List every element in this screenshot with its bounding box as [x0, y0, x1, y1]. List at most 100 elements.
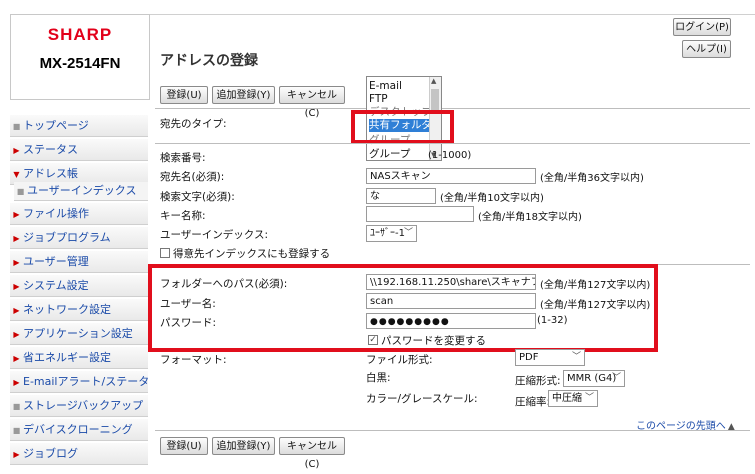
key-name-input[interactable]	[366, 206, 474, 222]
folder-path-note: (全角/半角127文字以内)	[540, 280, 651, 291]
user-index-label: ユーザーインデックス:	[160, 229, 269, 241]
dest-type-option[interactable]: グループ	[369, 148, 431, 160]
sidebar-item-label: アプリケーション設定	[23, 327, 133, 340]
divider	[155, 430, 750, 431]
sidebar-item-label: 省エネルギー設定	[23, 351, 111, 364]
help-button[interactable]: ヘルプ(I)	[682, 40, 731, 58]
sidebar-item[interactable]: ▶ ファイル操作	[10, 203, 148, 225]
sidebar-item[interactable]: ▶ E-mailアラート/ステータス	[10, 371, 148, 393]
user-name-label: ユーザー名:	[160, 298, 216, 310]
folder-path-label: フォルダーへのパス(必須):	[160, 278, 288, 290]
key-name-note: (全角/半角18文字以内)	[478, 212, 582, 223]
sidebar-item-label: トップページ	[23, 119, 89, 132]
chevron-down-icon: ﹀	[611, 373, 621, 383]
user-name-note: (全角/半角127文字以内)	[540, 300, 651, 311]
name-input[interactable]: NASスキャン	[366, 168, 536, 184]
sidebar-item[interactable]: ▶ 省エネルギー設定	[10, 347, 148, 369]
dest-type-option[interactable]: E-mail	[369, 80, 431, 93]
sharp-logo: SHARP	[47, 25, 113, 44]
chevron-down-icon: ﹀	[403, 228, 413, 238]
format-label: フォーマット:	[160, 354, 227, 366]
sidebar-item[interactable]: ▶ ユーザー管理	[10, 251, 148, 273]
triangle-right-icon: ▶	[13, 210, 20, 219]
dest-type-option[interactable]: デスクトップ	[369, 106, 432, 119]
page-title: アドレスの登録	[160, 53, 258, 69]
sidebar-item[interactable]: ▶ ジョブログ	[10, 443, 148, 465]
favorite-checkbox[interactable]	[160, 248, 170, 258]
file-format-value: PDF	[519, 352, 539, 363]
divider	[155, 143, 750, 144]
sidebar-item-label: システム設定	[23, 279, 89, 292]
search-char-input[interactable]: な	[366, 188, 436, 204]
dest-type-option[interactable]: FTP	[369, 93, 431, 106]
dest-type-listbox[interactable]: E-mail FTP デスクトップ 共有フォルダー グループ グループ ▲ ▼	[366, 76, 442, 161]
sidebar-item-label: ユーザーインデックス	[27, 184, 137, 197]
name-label: 宛先名(必須):	[160, 171, 225, 183]
triangle-right-icon: ▶	[13, 234, 20, 243]
ratio-select[interactable]: 中圧縮 ﹀	[548, 390, 598, 407]
square-bullet-icon: ■	[16, 187, 25, 196]
sidebar-item[interactable]: ■ デバイスクローニング	[10, 419, 148, 441]
sidebar-item[interactable]: ▶ ネットワーク設定	[10, 299, 148, 321]
search-no-note: (1-1000)	[428, 150, 472, 161]
ratio-value: 中圧縮	[552, 393, 582, 404]
password-input[interactable]: ●●●●●●●●●	[366, 313, 536, 329]
login-button[interactable]: ログイン(P)	[673, 18, 731, 36]
user-name-input[interactable]: scan	[366, 293, 536, 309]
triangle-right-icon: ▶	[13, 146, 20, 155]
change-password-checkbox[interactable]: ✓	[368, 335, 378, 345]
sidebar-item[interactable]: ▶ アプリケーション設定	[10, 323, 148, 345]
password-label: パスワード:	[160, 317, 217, 329]
sidebar-item-label: ファイル操作	[23, 207, 89, 220]
color-label: カラー/グレースケール:	[366, 393, 478, 405]
sidebar-item-label: デバイスクローニング	[23, 423, 133, 436]
sidebar-item-label: ジョブプログラム	[23, 231, 111, 244]
sidebar-item[interactable]: ▶ ステータス	[10, 139, 148, 161]
scroll-up-icon[interactable]: ▲	[431, 77, 436, 85]
key-name-label: キー名称:	[160, 210, 206, 222]
name-note: (全角/半角36文字以内)	[540, 173, 644, 184]
folder-path-input[interactable]: \\192.168.11.250\share\スキャナフォルダ	[366, 274, 536, 290]
logo-panel: SHARP MX-2514FN	[10, 14, 150, 100]
sidebar-item[interactable]: ■ ストレージバックアップ	[10, 395, 148, 417]
ratio-label: 圧縮率:	[515, 396, 551, 408]
divider	[155, 108, 750, 109]
chevron-down-icon: ﹀	[584, 393, 594, 403]
sidebar-item[interactable]: ▶ ジョブプログラム	[10, 227, 148, 249]
add-register-button[interactable]: 追加登録(Y)	[212, 86, 275, 104]
sidebar-item-label: ジョブログ	[23, 447, 78, 460]
file-format-label: ファイル形式:	[366, 354, 433, 366]
file-format-select[interactable]: PDF ﹀	[515, 349, 585, 366]
user-index-value: ﾕｰｻﾞｰ-1	[370, 228, 405, 239]
sidebar-item[interactable]: ■ トップページ	[10, 115, 148, 137]
sidebar-item-label: ユーザー管理	[23, 255, 89, 268]
compress-select[interactable]: MMR (G4) ﹀	[563, 370, 625, 387]
triangle-right-icon: ▶	[13, 330, 20, 339]
user-index-select[interactable]: ﾕｰｻﾞｰ-1 ﹀	[366, 225, 417, 242]
top-divider	[150, 14, 755, 15]
cancel-button-bottom[interactable]: キャンセル(C)	[279, 437, 345, 470]
scroll-thumb[interactable]	[431, 89, 439, 113]
model-name: MX-2514FN	[39, 55, 121, 72]
dest-type-label: 宛先のタイプ:	[160, 118, 227, 130]
triangle-right-icon: ▶	[13, 306, 20, 315]
sidebar-item[interactable]: ■ ユーザーインデックス	[14, 182, 148, 201]
register-button-bottom[interactable]: 登録(U)	[160, 437, 208, 455]
sidebar: SHARP MX-2514FN ■ トップページ ▶ ステータス ▼ アドレス帳 ■ ユーザー…	[0, 0, 150, 465]
dest-type-option[interactable]: グループ	[369, 134, 431, 147]
sidebar-item-label: E-mailアラート/ステータス	[23, 375, 148, 388]
square-bullet-icon: ■	[12, 426, 21, 435]
search-char-note: (全角/半角10文字以内)	[440, 193, 544, 204]
favorite-label: 得意先インデックスにも登録する	[173, 248, 331, 260]
divider	[155, 264, 750, 265]
register-button[interactable]: 登録(U)	[160, 86, 208, 104]
add-register-button-bottom[interactable]: 追加登録(Y)	[212, 437, 275, 455]
sidebar-item-label: アドレス帳	[23, 167, 78, 180]
sidebar-item[interactable]: ▶ システム設定	[10, 275, 148, 297]
dest-type-option[interactable]: 共有フォルダー	[369, 119, 441, 132]
compress-value: MMR (G4)	[567, 373, 617, 384]
cancel-button[interactable]: キャンセル(C)	[279, 86, 345, 119]
listbox-scrollbar[interactable]: ▲ ▼	[429, 77, 441, 160]
compress-label: 圧縮形式:	[515, 375, 561, 387]
square-bullet-icon: ■	[12, 402, 21, 411]
